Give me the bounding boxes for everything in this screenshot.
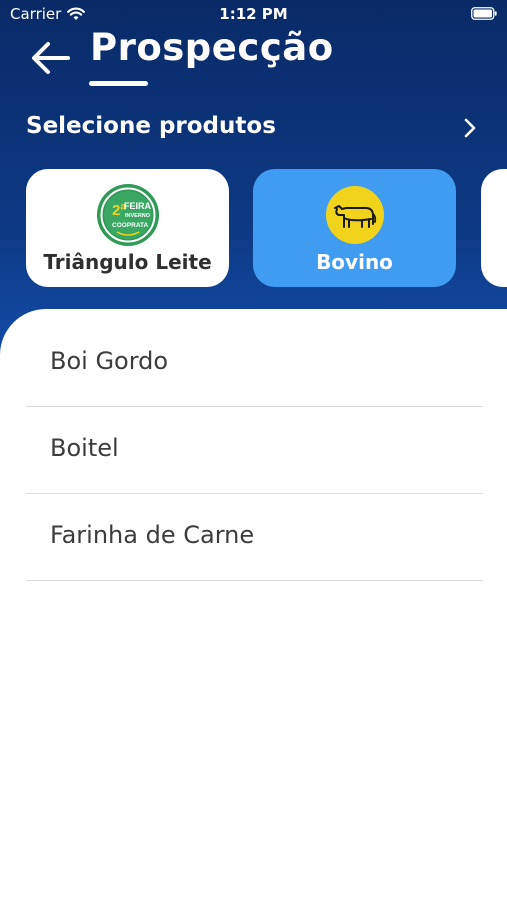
list-item-boi-gordo[interactable]: Boi Gordo	[26, 321, 483, 407]
feira-inverno-logo-icon: 2ª FEIRA INVERNO COOPRATA	[97, 184, 159, 246]
section-title: Selecione produtos	[26, 113, 276, 139]
content-sheet: Boi Gordo Boitel Farinha de Carne	[0, 309, 507, 900]
screen: Carrier 1:12 PM Prospecção Selecione pro…	[0, 0, 507, 900]
logo-word-cooprata: COOPRATA	[112, 222, 149, 229]
list-item-boitel[interactable]: Boitel	[26, 408, 483, 494]
list-item-label: Boitel	[50, 434, 119, 462]
title-underline	[89, 81, 148, 86]
chevron-right-icon	[464, 118, 476, 138]
battery-icon	[471, 7, 497, 20]
list-item-label: Farinha de Carne	[50, 521, 255, 549]
product-card-triangulo-leite[interactable]: 2ª FEIRA INVERNO COOPRATA Triângulo Leit…	[26, 169, 229, 287]
product-card-label: Triângulo Leite	[43, 250, 212, 274]
status-time: 1:12 PM	[219, 5, 288, 23]
product-card-bovino[interactable]: Bovino	[253, 169, 456, 287]
logo-word-feira: FEIRA	[124, 201, 152, 211]
back-button[interactable]	[28, 36, 72, 80]
arrow-left-icon	[32, 42, 70, 74]
logo-word-inverno: INVERNO	[125, 213, 151, 219]
product-card-label: Bovino	[316, 250, 393, 274]
product-card-partial[interactable]	[481, 169, 507, 287]
list-item-label: Boi Gordo	[50, 347, 169, 375]
chevron-right-button[interactable]	[456, 114, 484, 142]
list-item-farinha-de-carne[interactable]: Farinha de Carne	[26, 495, 483, 581]
page-title: Prospecção	[90, 26, 334, 69]
cow-icon	[326, 186, 384, 244]
status-bar: Carrier 1:12 PM	[0, 0, 507, 28]
